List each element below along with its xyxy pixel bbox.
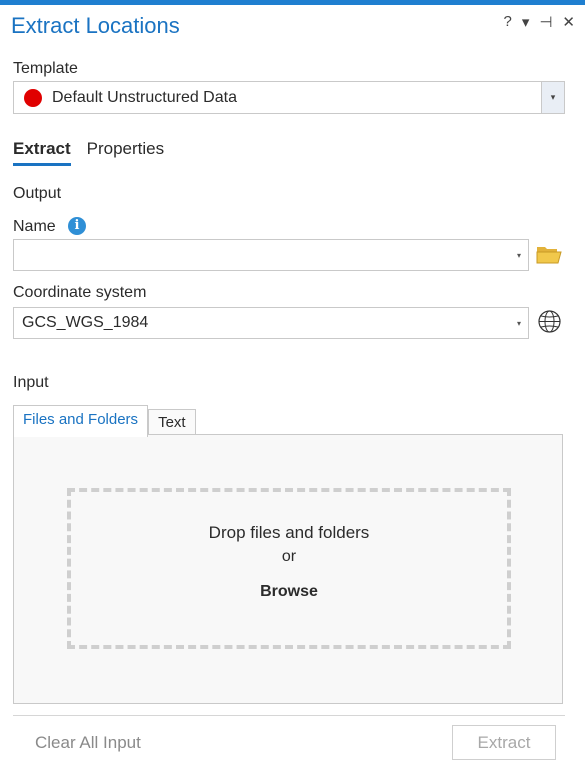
name-dropdown-arrow-icon[interactable]: ▾ — [510, 251, 528, 260]
window-controls: ? ▾ ⊣ ✕ — [503, 13, 575, 31]
name-label: Name — [13, 218, 56, 235]
pane-menu-icon[interactable]: ▾ — [522, 13, 530, 31]
main-tabs: Extract Properties — [13, 139, 164, 166]
close-icon[interactable]: ✕ — [562, 13, 575, 31]
template-label: Template — [13, 60, 78, 77]
files-panel: Drop files and folders or Browse — [13, 434, 563, 704]
help-icon[interactable]: ? — [503, 13, 511, 31]
extract-locations-pane: Extract Locations ? ▾ ⊣ ✕ Template Defau… — [0, 0, 585, 777]
browse-folder-icon[interactable] — [536, 243, 562, 265]
info-icon[interactable]: i — [68, 217, 86, 235]
footer-divider — [13, 715, 565, 716]
or-text: or — [281, 548, 297, 565]
coordinate-dropdown-arrow-icon[interactable]: ▾ — [510, 319, 528, 328]
clear-all-input-button[interactable]: Clear All Input — [35, 733, 141, 753]
drop-zone[interactable]: Drop files and folders or Browse — [67, 488, 511, 649]
pane-title: Extract Locations — [11, 13, 180, 38]
drop-instructions: Drop files and folders — [208, 523, 370, 542]
coordinate-system-value: GCS_WGS_1984 — [22, 314, 149, 331]
name-combobox[interactable]: ▾ — [13, 239, 529, 271]
template-dropdown-arrow-icon[interactable]: ▾ — [541, 82, 564, 113]
browse-link[interactable]: Browse — [260, 583, 318, 601]
template-value: Default Unstructured Data — [52, 88, 237, 106]
globe-icon[interactable] — [537, 309, 562, 334]
input-tabs: Files and Folders Text — [13, 405, 196, 437]
coordinate-system-label: Coordinate system — [13, 284, 147, 301]
tab-properties[interactable]: Properties — [87, 139, 164, 166]
extract-button[interactable]: Extract — [452, 725, 556, 760]
tab-files-and-folders[interactable]: Files and Folders — [13, 405, 149, 437]
template-dropdown[interactable]: Default Unstructured Data ▾ — [13, 81, 565, 114]
template-color-dot-icon — [24, 88, 42, 107]
pin-icon[interactable]: ⊣ — [539, 13, 552, 31]
tab-extract[interactable]: Extract — [13, 139, 71, 166]
tab-text[interactable]: Text — [148, 409, 196, 436]
coordinate-system-combobox[interactable]: GCS_WGS_1984 ▾ — [13, 307, 529, 339]
input-heading: Input — [13, 374, 49, 391]
output-heading: Output — [13, 185, 62, 202]
